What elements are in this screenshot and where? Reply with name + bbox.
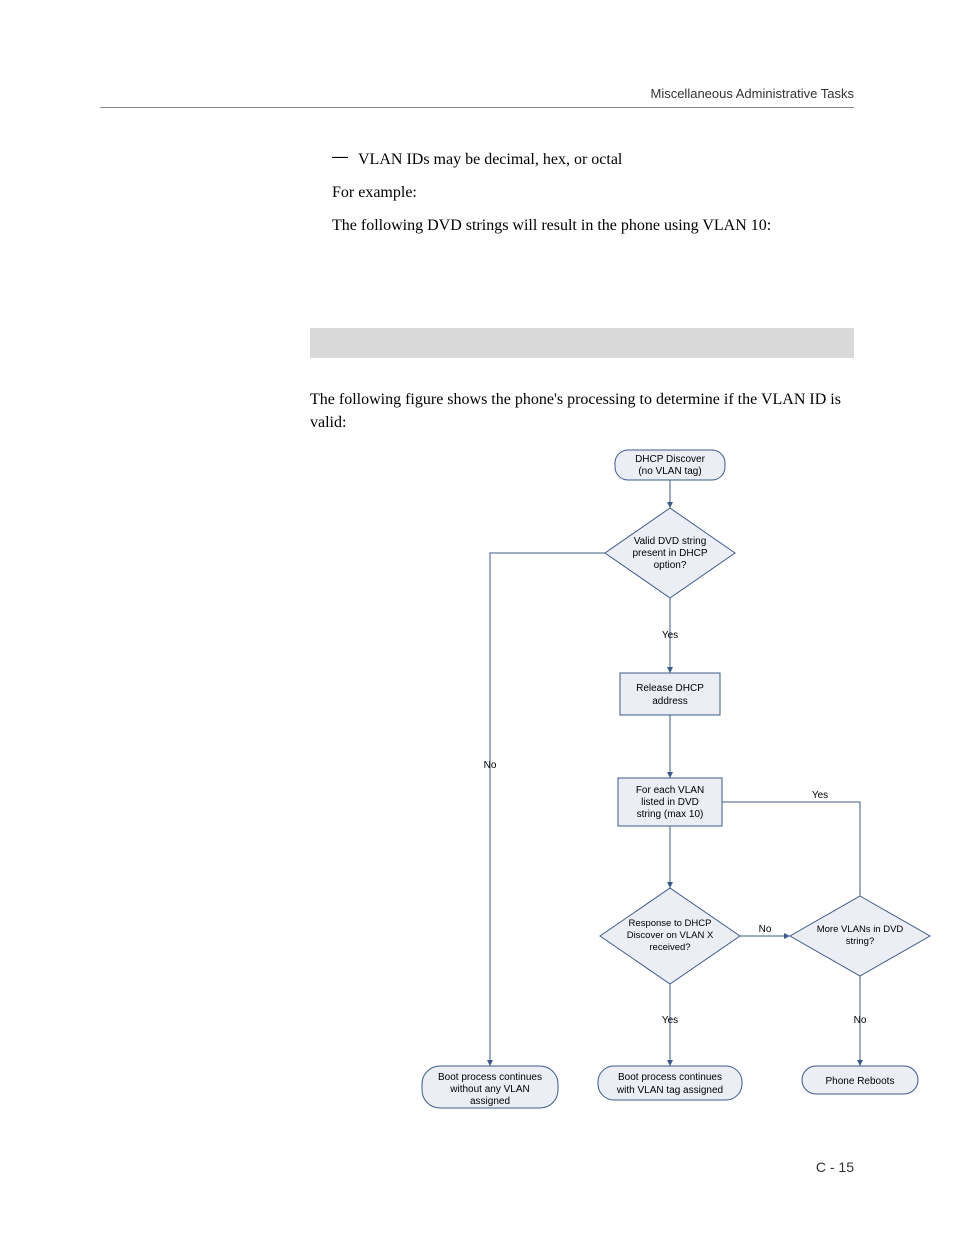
bullet-item: — VLAN IDs may be decimal, hex, or octal — [332, 148, 854, 171]
svg-text:present in DHCP: present in DHCP — [632, 548, 707, 559]
svg-text:Discover on VLAN X: Discover on VLAN X — [627, 930, 714, 941]
node-boot-with-vlan: Boot process continues with VLAN tag ass… — [598, 1066, 742, 1100]
flowchart-svg: DHCP Discover (no VLAN tag) Valid DVD st… — [340, 448, 954, 1118]
paragraph-forexample: For example: — [332, 181, 854, 204]
edge-label-no-2: No — [854, 1015, 867, 1026]
svg-text:received?: received? — [649, 942, 690, 953]
svg-text:without any VLAN: without any VLAN — [449, 1084, 530, 1095]
svg-text:string?: string? — [846, 936, 875, 947]
edge-label-no-3: No — [484, 760, 497, 771]
svg-text:Boot process continues: Boot process continues — [618, 1072, 722, 1083]
header-rule — [100, 107, 854, 108]
svg-text:Boot process continues: Boot process continues — [438, 1072, 542, 1083]
svg-text:with VLAN tag assigned: with VLAN tag assigned — [616, 1085, 723, 1096]
svg-text:(no VLAN tag): (no VLAN tag) — [638, 466, 701, 477]
dash-icon: — — [332, 148, 358, 166]
svg-text:DHCP Discover: DHCP Discover — [635, 454, 705, 465]
gray-note-bar — [310, 328, 854, 358]
flowchart: DHCP Discover (no VLAN tag) Valid DVD st… — [340, 448, 954, 1118]
node-dhcp-discover: DHCP Discover (no VLAN tag) — [615, 450, 725, 480]
node-response-decision: Response to DHCP Discover on VLAN X rece… — [600, 888, 740, 984]
node-phone-reboots: Phone Reboots — [802, 1066, 918, 1094]
node-boot-no-vlan: Boot process continues without any VLAN … — [422, 1066, 558, 1108]
figure-caption: The following figure shows the phone's p… — [310, 388, 854, 434]
node-release-dhcp: Release DHCP address — [620, 673, 720, 715]
svg-text:Valid DVD string: Valid DVD string — [634, 536, 707, 547]
svg-text:string (max 10): string (max 10) — [637, 809, 704, 820]
svg-text:For each VLAN: For each VLAN — [636, 785, 704, 796]
svg-text:option?: option? — [654, 560, 687, 571]
node-foreach-vlan: For each VLAN listed in DVD string (max … — [618, 778, 722, 826]
node-more-vlans-decision: More VLANs in DVD string? — [790, 896, 930, 976]
svg-text:Phone Reboots: Phone Reboots — [826, 1076, 895, 1087]
paragraph-dvd: The following DVD strings will result in… — [332, 214, 854, 237]
edge-label-yes-3: Yes — [812, 790, 828, 801]
svg-text:Release DHCP: Release DHCP — [636, 683, 704, 694]
edge-label-no: No — [759, 924, 772, 935]
svg-text:Response to DHCP: Response to DHCP — [629, 918, 712, 929]
svg-text:assigned: assigned — [470, 1096, 510, 1107]
bullet-text: VLAN IDs may be decimal, hex, or octal — [358, 148, 622, 171]
node-valid-dvd-decision: Valid DVD string present in DHCP option? — [605, 508, 735, 598]
running-header: Miscellaneous Administrative Tasks — [100, 86, 854, 101]
edge-label-yes-2: Yes — [662, 1015, 678, 1026]
page-number: C - 15 — [816, 1159, 854, 1175]
svg-text:address: address — [652, 696, 688, 707]
svg-text:More VLANs in DVD: More VLANs in DVD — [817, 924, 904, 935]
svg-text:listed in DVD: listed in DVD — [641, 797, 699, 808]
edge-label-yes: Yes — [662, 630, 678, 641]
